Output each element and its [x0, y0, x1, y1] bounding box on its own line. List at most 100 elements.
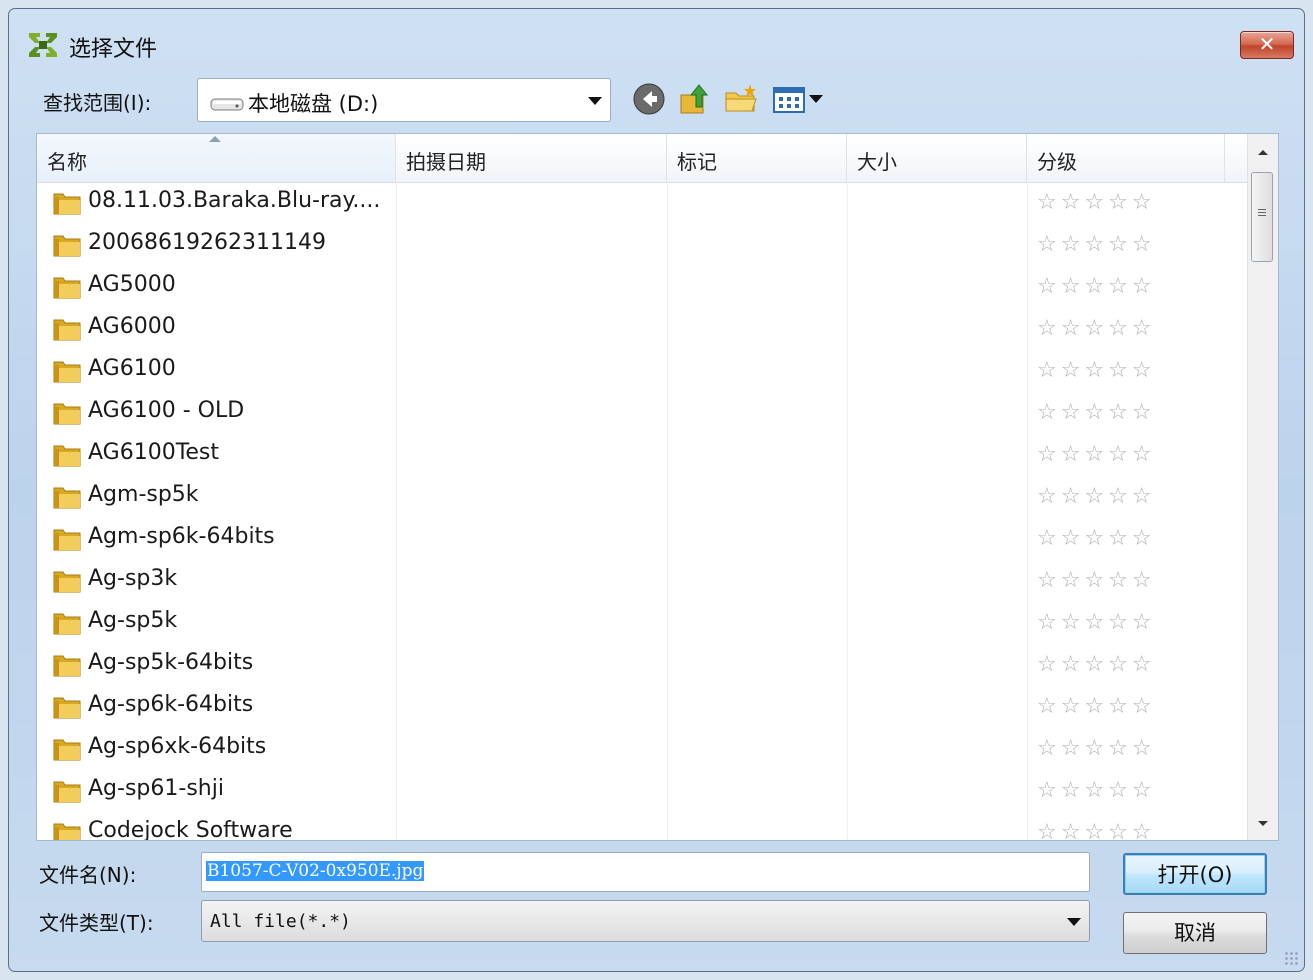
drive-icon — [210, 98, 244, 111]
column-tags[interactable]: 标记 — [667, 134, 847, 182]
folder-icon — [53, 527, 81, 551]
folder-icon — [53, 485, 81, 509]
file-list[interactable]: 名称 拍摄日期 标记 大小 分级 08.11.03.Baraka.Blu-ray… — [36, 133, 1279, 841]
back-icon[interactable] — [631, 81, 667, 117]
resize-grip-icon[interactable] — [1284, 951, 1298, 965]
folder-icon — [53, 653, 81, 677]
rating-stars[interactable]: ☆☆☆☆☆ — [1037, 778, 1156, 803]
open-button[interactable]: 打开(O) — [1123, 853, 1267, 895]
rating-stars[interactable]: ☆☆☆☆☆ — [1037, 526, 1156, 551]
rating-stars[interactable]: ☆☆☆☆☆ — [1037, 400, 1156, 425]
folder-icon — [53, 737, 81, 761]
file-row[interactable]: Ag-sp3k ☆☆☆☆☆ — [37, 560, 1249, 602]
file-row[interactable]: Codejock Software ☆☆☆☆☆ — [37, 812, 1249, 841]
folder-icon — [53, 191, 81, 215]
rating-stars[interactable]: ☆☆☆☆☆ — [1037, 442, 1156, 467]
up-folder-icon[interactable] — [677, 81, 713, 117]
rating-stars[interactable]: ☆☆☆☆☆ — [1037, 274, 1156, 299]
file-name: 08.11.03.Baraka.Blu-ray.... — [88, 188, 381, 213]
file-name: AG5000 — [88, 272, 176, 297]
lookin-row: 查找范围(I): 本地磁盘 (D:) — [9, 73, 1304, 133]
sort-ascending-icon — [209, 136, 221, 142]
file-name: AG6000 — [88, 314, 176, 339]
filename-value: B1057-C-V02-0x950E.jpg — [206, 861, 425, 881]
title-bar: 选择文件 ✕ — [9, 9, 1304, 73]
window-title: 选择文件 — [69, 37, 158, 62]
rating-stars[interactable]: ☆☆☆☆☆ — [1037, 610, 1156, 635]
filename-input[interactable]: B1057-C-V02-0x950E.jpg — [201, 852, 1090, 892]
filetype-value: All file(*.*) — [210, 911, 351, 932]
rating-stars[interactable]: ☆☆☆☆☆ — [1037, 484, 1156, 509]
file-row[interactable]: 20068619262311149 ☆☆☆☆☆ — [37, 224, 1249, 266]
chevron-down-icon[interactable] — [588, 97, 602, 105]
folder-icon — [53, 233, 81, 257]
rating-stars[interactable]: ☆☆☆☆☆ — [1037, 316, 1156, 341]
file-row[interactable]: Ag-sp61-shji ☆☆☆☆☆ — [37, 770, 1249, 812]
grip-icon — [1258, 209, 1266, 210]
file-name: Ag-sp5k — [88, 608, 178, 633]
folder-icon — [53, 275, 81, 299]
filetype-dropdown[interactable]: All file(*.*) — [201, 900, 1090, 942]
file-row[interactable]: Ag-sp6k-64bits ☆☆☆☆☆ — [37, 686, 1249, 728]
file-name: Ag-sp61-shji — [88, 776, 224, 801]
rating-stars[interactable]: ☆☆☆☆☆ — [1037, 190, 1156, 215]
file-name: Codejock Software — [88, 818, 293, 841]
scroll-down-icon[interactable] — [1258, 821, 1268, 826]
rating-stars[interactable]: ☆☆☆☆☆ — [1037, 736, 1156, 761]
scroll-up-icon[interactable] — [1258, 150, 1268, 155]
column-name[interactable]: 名称 — [37, 134, 396, 182]
filetype-label: 文件类型(T): — [39, 911, 154, 935]
file-name: Ag-sp3k — [88, 566, 178, 591]
column-size-label: 大小 — [857, 150, 897, 174]
file-row[interactable]: 08.11.03.Baraka.Blu-ray.... ☆☆☆☆☆ — [37, 182, 1249, 224]
folder-icon — [53, 359, 81, 383]
file-row[interactable]: Agm-sp5k ☆☆☆☆☆ — [37, 476, 1249, 518]
cancel-button[interactable]: 取消 — [1123, 912, 1267, 954]
file-name: AG6100 - OLD — [88, 398, 245, 423]
lookin-label: 查找范围(I): — [43, 91, 152, 115]
app-icon — [29, 33, 57, 57]
scroll-thumb[interactable] — [1251, 172, 1273, 262]
folder-icon — [53, 317, 81, 341]
folder-icon — [53, 443, 81, 467]
file-dialog: 选择文件 ✕ 查找范围(I): 本地磁盘 (D:) 名称 拍摄日期 标记 大小 … — [8, 8, 1305, 972]
view-menu-icon[interactable] — [771, 81, 827, 117]
rating-stars[interactable]: ☆☆☆☆☆ — [1037, 694, 1156, 719]
new-folder-icon[interactable] — [723, 81, 759, 117]
file-name: AG6100 — [88, 356, 176, 381]
column-name-label: 名称 — [47, 150, 87, 174]
column-date-label: 拍摄日期 — [406, 150, 486, 174]
file-name: Ag-sp6k-64bits — [88, 692, 254, 717]
vertical-scrollbar[interactable] — [1247, 134, 1278, 840]
column-tags-label: 标记 — [677, 150, 717, 174]
column-rating[interactable]: 分级 — [1027, 134, 1225, 182]
column-header: 名称 拍摄日期 标记 大小 分级 — [37, 134, 1249, 183]
rating-stars[interactable]: ☆☆☆☆☆ — [1037, 568, 1156, 593]
rating-stars[interactable]: ☆☆☆☆☆ — [1037, 232, 1156, 257]
folder-icon — [53, 821, 81, 840]
file-name: Agm-sp6k-64bits — [88, 524, 275, 549]
lookin-value: 本地磁盘 (D:) — [248, 92, 379, 116]
close-button[interactable]: ✕ — [1240, 31, 1294, 59]
file-row[interactable]: AG6100 - OLD ☆☆☆☆☆ — [37, 392, 1249, 434]
lookin-dropdown[interactable]: 本地磁盘 (D:) — [197, 78, 611, 122]
file-row[interactable]: AG6000 ☆☆☆☆☆ — [37, 308, 1249, 350]
file-row[interactable]: Ag-sp5k ☆☆☆☆☆ — [37, 602, 1249, 644]
rating-stars[interactable]: ☆☆☆☆☆ — [1037, 358, 1156, 383]
column-date-taken[interactable]: 拍摄日期 — [396, 134, 667, 182]
file-row[interactable]: AG6100Test ☆☆☆☆☆ — [37, 434, 1249, 476]
filename-label: 文件名(N): — [39, 863, 137, 887]
rating-stars[interactable]: ☆☆☆☆☆ — [1037, 652, 1156, 677]
column-size[interactable]: 大小 — [847, 134, 1027, 182]
file-row[interactable]: Agm-sp6k-64bits ☆☆☆☆☆ — [37, 518, 1249, 560]
rating-stars[interactable]: ☆☆☆☆☆ — [1037, 820, 1156, 840]
file-row[interactable]: AG5000 ☆☆☆☆☆ — [37, 266, 1249, 308]
file-name: Agm-sp5k — [88, 482, 199, 507]
file-row[interactable]: AG6100 ☆☆☆☆☆ — [37, 350, 1249, 392]
file-row[interactable]: Ag-sp6xk-64bits ☆☆☆☆☆ — [37, 728, 1249, 770]
folder-icon — [53, 611, 81, 635]
file-row[interactable]: Ag-sp5k-64bits ☆☆☆☆☆ — [37, 644, 1249, 686]
chevron-down-icon[interactable] — [1067, 918, 1081, 926]
file-name: AG6100Test — [88, 440, 220, 465]
folder-icon — [53, 569, 81, 593]
